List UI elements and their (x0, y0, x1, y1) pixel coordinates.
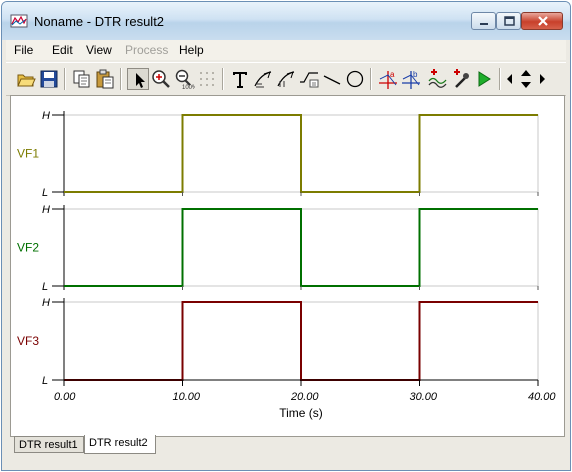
text-tool-button[interactable] (229, 68, 251, 90)
scroll-right-button[interactable] (536, 68, 548, 90)
probe-icon (454, 69, 469, 88)
waveform-chart[interactable]: HLVF1 HLVF2 HLVF3 0.00 10.00 20.00 30.00 40.… (11, 96, 564, 436)
svg-text:a: a (390, 70, 395, 79)
y-tick-label-low: L (42, 187, 48, 199)
toolbar-separator (64, 68, 66, 90)
y-axis-label: VF3 (17, 334, 39, 348)
plot-area[interactable]: H L VF1 H L VF2 H L VF3 0.00 10.00 20.00 30.00 40.… (10, 95, 565, 437)
toolbar: 100% a b (6, 62, 566, 96)
y-tick-label-high: H (42, 297, 50, 309)
zoom-100-icon: 100% (175, 69, 195, 90)
line-tool-button[interactable] (321, 68, 343, 90)
title-bar[interactable]: Noname - DTR result2 (2, 2, 570, 40)
x-axis: 0.00 10.00 20.00 30.00 40.00 Time (s) (54, 379, 556, 420)
maximize-icon (504, 16, 515, 26)
close-button[interactable] (521, 12, 563, 30)
window-title: Noname - DTR result2 (34, 14, 165, 29)
maximize-button[interactable] (496, 12, 521, 30)
svg-text:b: b (413, 70, 418, 79)
cursor-b-icon: b (402, 70, 420, 89)
minimize-button[interactable] (471, 12, 496, 30)
copy-button[interactable] (71, 68, 93, 90)
app-window: Noname - DTR result2 File Edit View Proc… (1, 1, 571, 471)
zoom-in-button[interactable] (150, 68, 172, 90)
wave-annotate-button[interactable] (298, 68, 320, 90)
save-button[interactable] (38, 68, 60, 90)
toolbar-separator (370, 68, 372, 90)
save-icon (40, 70, 58, 88)
tab-bar: DTR result1 DTR result2 (6, 434, 566, 462)
x-tick-label: 10.00 (173, 391, 201, 403)
close-icon (538, 16, 548, 26)
paste-button[interactable] (94, 68, 116, 90)
circle-tool-icon (346, 70, 364, 88)
vf1-panel: H L VF1 (17, 110, 539, 199)
curve-tool-2-button[interactable] (275, 68, 297, 90)
scroll-left-icon (507, 74, 512, 84)
x-tick-label: 0.00 (54, 391, 76, 403)
y-tick-label-high: H (42, 110, 50, 122)
add-wave-button[interactable] (427, 68, 449, 90)
x-axis-label: Time (s) (279, 406, 323, 420)
x-tick-label: 30.00 (410, 391, 438, 403)
zoom-100-button[interactable]: 100% (173, 68, 195, 90)
open-icon (17, 74, 36, 87)
y-axis-label: VF1 (17, 147, 39, 161)
copy-icon (73, 70, 90, 88)
select-pointer-icon (136, 73, 145, 88)
menu-file[interactable]: File (14, 43, 33, 57)
menu-view[interactable]: View (86, 43, 112, 57)
scroll-updown-button[interactable] (517, 68, 535, 90)
probe-button[interactable] (450, 68, 472, 90)
toolbar-separator (499, 68, 501, 90)
open-button[interactable] (15, 68, 37, 90)
circle-tool-button[interactable] (344, 68, 366, 90)
grid-icon (200, 72, 214, 86)
y-tick-label-high: H (42, 204, 50, 216)
scroll-updown-icon (521, 70, 531, 88)
scroll-left-button[interactable] (504, 68, 516, 90)
add-wave-icon (428, 69, 447, 88)
menu-process: Process (125, 43, 169, 57)
zoom-in-icon (152, 70, 170, 88)
app-logo-icon (10, 14, 28, 28)
toolbar-separator (222, 68, 224, 90)
cursor-a-icon: a (379, 70, 397, 89)
curve-tool-2-icon (277, 71, 295, 87)
menu-bar: File Edit View Process Help (6, 40, 566, 60)
y-tick-label-low: L (42, 375, 48, 387)
scroll-right-icon (540, 74, 545, 84)
vf3-panel: H L VF3 (17, 297, 539, 387)
select-pointer-button[interactable] (127, 68, 149, 90)
toolbar-separator (120, 68, 122, 90)
x-tick-label: 20.00 (290, 391, 319, 403)
x-tick-label: 40.00 (528, 391, 556, 403)
paste-icon (96, 69, 114, 89)
menu-edit[interactable]: Edit (52, 43, 73, 57)
curve-tool-icon (254, 71, 272, 88)
run-button[interactable] (473, 68, 495, 90)
grid-button[interactable] (196, 68, 218, 90)
tab-dtr-result2[interactable]: DTR result2 (84, 435, 156, 454)
vf2-panel: H L VF2 (17, 204, 539, 293)
cursor-b-button[interactable]: b (400, 68, 422, 90)
y-tick-label-low: L (42, 281, 48, 293)
tab-dtr-result1[interactable]: DTR result1 (14, 436, 84, 453)
cursor-a-button[interactable]: a (377, 68, 399, 90)
curve-tool-button[interactable] (252, 68, 274, 90)
wave-annotate-icon (300, 72, 319, 88)
run-icon (478, 71, 491, 87)
text-icon (233, 72, 247, 88)
menu-help[interactable]: Help (179, 43, 204, 57)
line-tool-icon (323, 75, 341, 85)
svg-text:100%: 100% (182, 85, 195, 90)
minimize-icon (480, 23, 488, 25)
y-axis-label: VF2 (17, 241, 39, 255)
